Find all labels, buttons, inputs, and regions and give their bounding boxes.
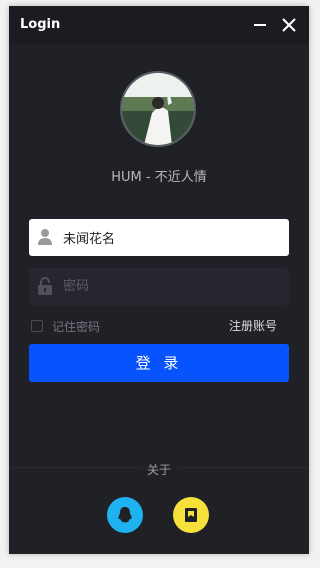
password-field[interactable]	[29, 268, 289, 305]
user-icon	[38, 229, 52, 245]
about-section: 关于	[9, 461, 309, 478]
username-input[interactable]	[63, 219, 283, 256]
remember-password-toggle[interactable]: 记住密码	[31, 318, 100, 334]
login-button[interactable]: 登 录	[29, 344, 289, 382]
login-window: Login HUM - 不近人情 未闻花名 记住密码 注册账号 登 录 关于	[9, 6, 309, 554]
bookmark-icon	[185, 508, 197, 522]
remember-label: 记住密码	[52, 319, 101, 334]
qq-login-button[interactable]	[107, 497, 143, 533]
minimize-icon	[254, 24, 266, 26]
lock-icon	[38, 277, 52, 295]
register-link[interactable]: 注册账号	[229, 317, 277, 334]
bookmark-login-button[interactable]	[173, 497, 209, 533]
close-button[interactable]	[279, 15, 299, 35]
avatar-image	[122, 73, 194, 145]
close-icon	[282, 18, 296, 32]
avatar[interactable]	[120, 71, 196, 147]
password-input[interactable]	[63, 268, 283, 305]
qq-icon	[118, 507, 132, 523]
title-bar[interactable]: Login	[9, 6, 309, 44]
window-title: Login	[20, 17, 61, 32]
username-field[interactable]	[29, 219, 289, 256]
profile-name: HUM - 不近人情	[111, 170, 207, 185]
minimize-button[interactable]	[250, 15, 270, 35]
remember-checkbox[interactable]	[31, 320, 43, 332]
about-link[interactable]: 关于	[140, 463, 177, 477]
